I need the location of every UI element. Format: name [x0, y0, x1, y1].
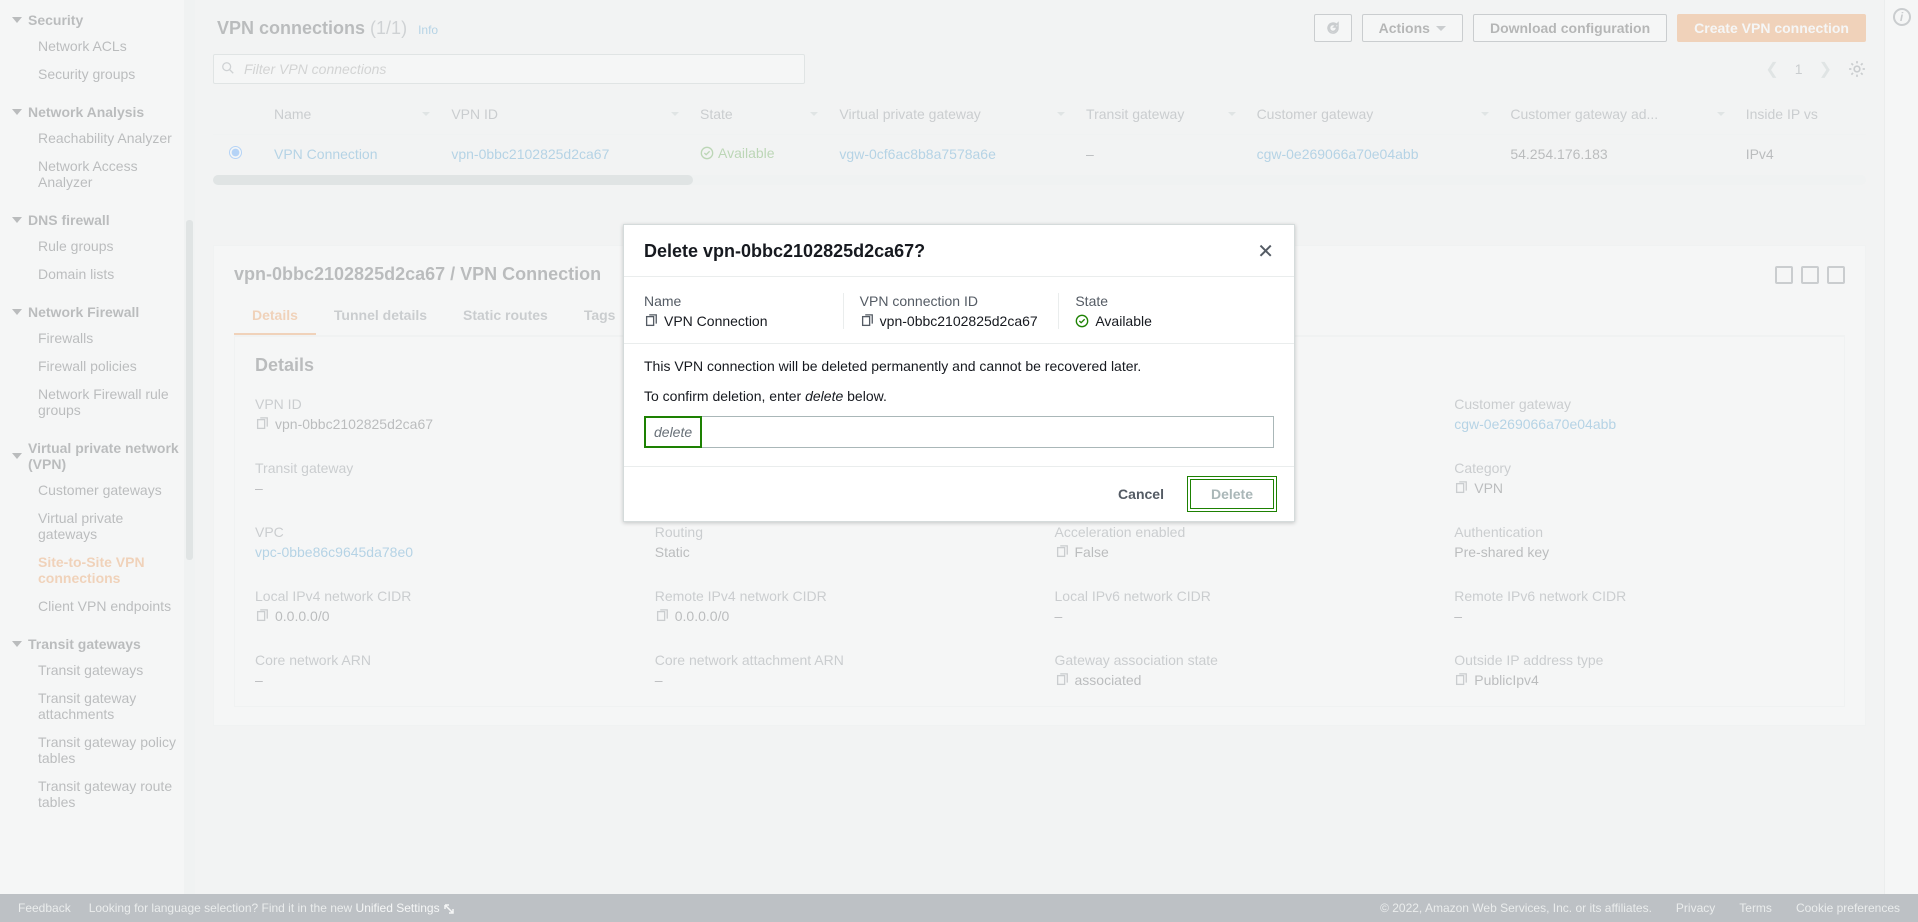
- confirm-delete-input[interactable]: [702, 416, 1274, 448]
- copy-icon[interactable]: [860, 314, 874, 328]
- delete-button[interactable]: Delete: [1190, 479, 1274, 509]
- copy-icon[interactable]: [644, 314, 658, 328]
- modal-id-value: vpn-0bbc2102825d2ca67: [860, 313, 1043, 329]
- cancel-button[interactable]: Cancel: [1102, 479, 1180, 509]
- confirm-input-highlight: delete: [644, 416, 702, 448]
- check-circle-icon: [1075, 314, 1089, 328]
- modal-name-label: Name: [644, 293, 827, 309]
- modal-name-value: VPN Connection: [644, 313, 827, 329]
- close-icon[interactable]: ✕: [1257, 242, 1274, 262]
- modal-state-value: Available: [1075, 313, 1258, 329]
- modal-id-label: VPN connection ID: [860, 293, 1043, 309]
- modal-warning-text: This VPN connection will be deleted perm…: [644, 358, 1274, 374]
- modal-title: Delete vpn-0bbc2102825d2ca67?: [644, 241, 925, 262]
- modal-state-label: State: [1075, 293, 1258, 309]
- modal-confirm-instruction: To confirm deletion, enter delete below.: [644, 388, 1274, 404]
- delete-confirm-modal: Delete vpn-0bbc2102825d2ca67? ✕ Name VPN…: [623, 224, 1295, 522]
